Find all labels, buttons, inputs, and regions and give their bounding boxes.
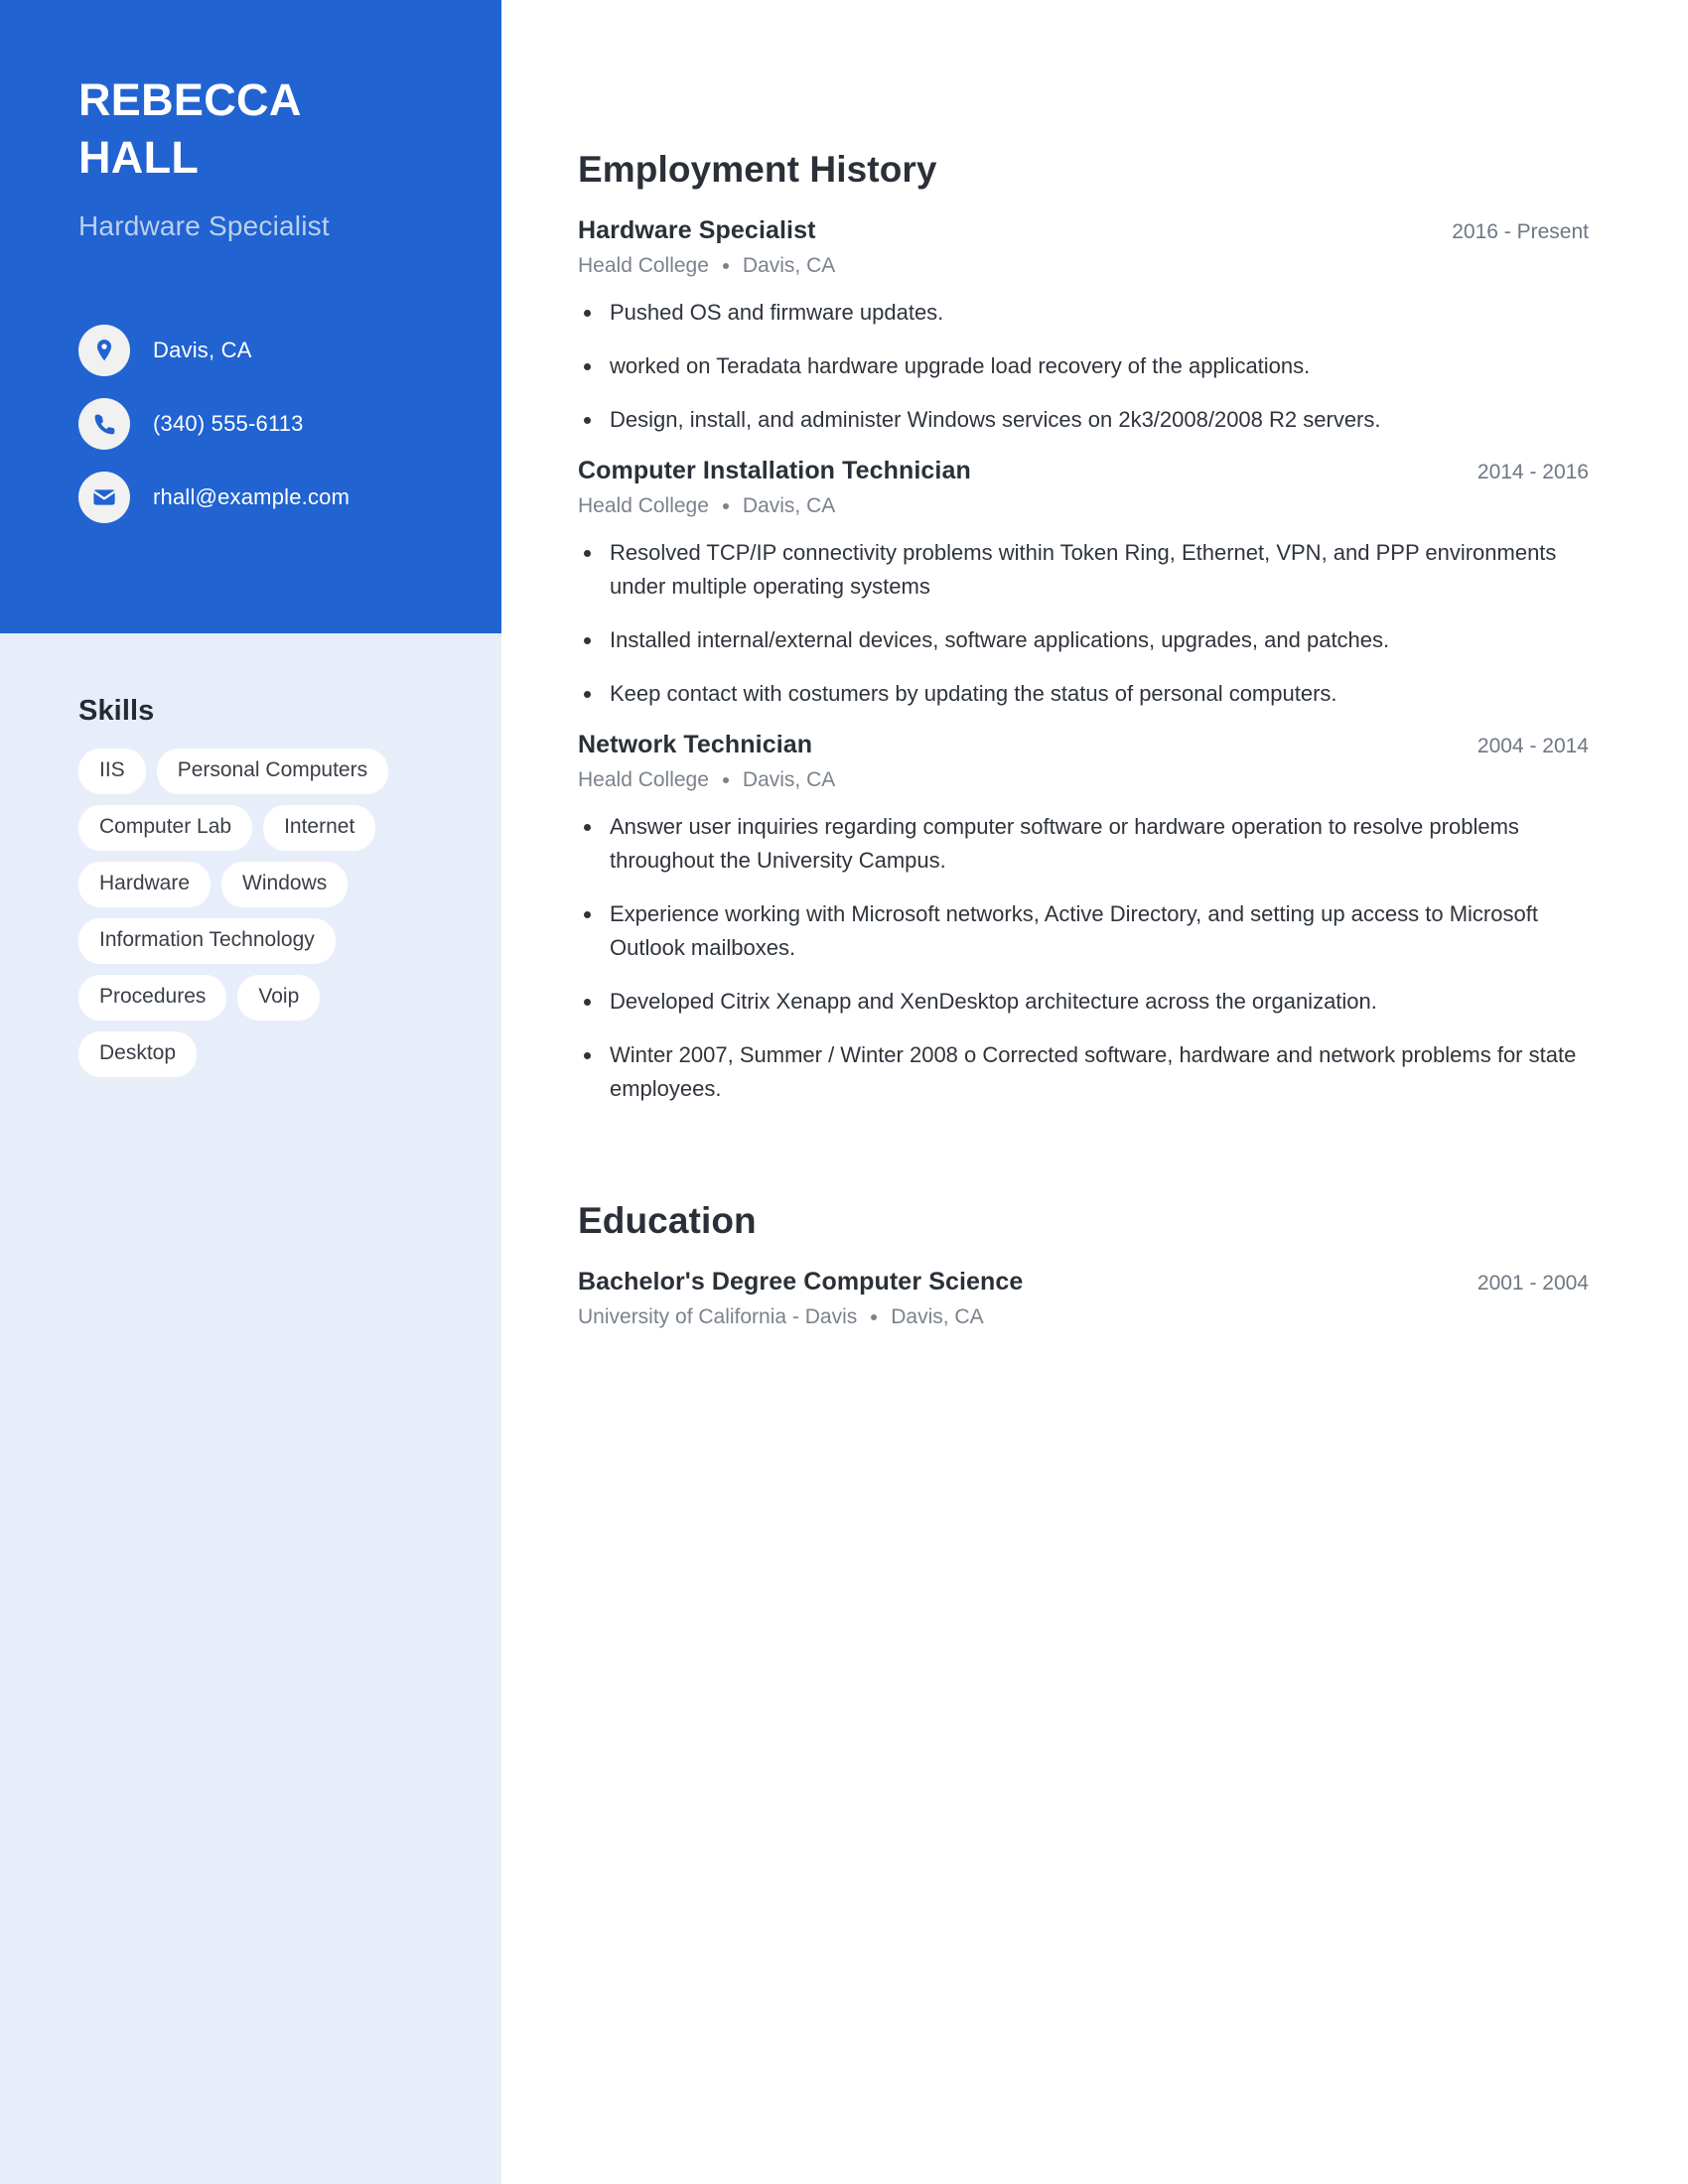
- skill-tag: Procedures: [78, 975, 227, 1021]
- employment-entry-header: Hardware Specialist 2016 - Present: [578, 216, 1589, 245]
- employment-entry-title: Network Technician: [578, 731, 813, 758]
- education-entry-title: Bachelor's Degree Computer Science: [578, 1268, 1024, 1296]
- candidate-name: REBECCA HALL: [78, 71, 476, 187]
- employment-entry-date: 2014 - 2016: [1477, 461, 1589, 483]
- skill-tag: Voip: [237, 975, 321, 1021]
- main-content: Employment History Hardware Specialist 2…: [501, 0, 1688, 2184]
- skill-tag: Personal Computers: [156, 749, 389, 794]
- contact-phone-text: (340) 555-6113: [153, 411, 304, 436]
- education-entry-location: Davis, CA: [891, 1305, 984, 1328]
- employment-entry-date: 2004 - 2014: [1477, 735, 1589, 757]
- employment-entry-date: 2016 - Present: [1452, 220, 1589, 243]
- separator-dot-icon: [722, 503, 729, 509]
- skill-tag: Information Technology: [78, 918, 336, 964]
- employment-entry-header: Computer Installation Technician 2014 - …: [578, 457, 1589, 485]
- employment-entry-location: Davis, CA: [742, 768, 836, 791]
- skill-tag: Computer Lab: [78, 805, 253, 851]
- skill-tag: Windows: [221, 862, 349, 907]
- location-pin-icon: [78, 325, 130, 376]
- bullet-item: Answer user inquiries regarding computer…: [578, 810, 1589, 878]
- candidate-first-name: REBECCA: [78, 74, 302, 125]
- employment-entry-title: Hardware Specialist: [578, 216, 816, 244]
- bullet-item: Developed Citrix Xenapp and XenDesktop a…: [578, 985, 1589, 1019]
- employment-history-heading: Employment History: [578, 149, 937, 190]
- employment-entry-subtitle: Heald College Davis, CA: [578, 768, 1589, 792]
- contact-email-text: rhall@example.com: [153, 484, 351, 509]
- bullet-item: Pushed OS and firmware updates.: [578, 296, 1589, 330]
- contact-location-text: Davis, CA: [153, 338, 252, 362]
- skills-section: Skills IIS Personal Computers Computer L…: [78, 695, 476, 1077]
- education-heading: Education: [578, 1200, 757, 1241]
- education-entry-subtitle: University of California - Davis Davis, …: [578, 1305, 1589, 1329]
- envelope-icon: [78, 472, 130, 523]
- bullet-item: Winter 2007, Summer / Winter 2008 o Corr…: [578, 1038, 1589, 1106]
- education-entry-header: Bachelor's Degree Computer Science 2001 …: [578, 1268, 1589, 1297]
- skill-tag: Hardware: [78, 862, 211, 907]
- skills-heading: Skills: [78, 695, 155, 727]
- employment-entry-bullets: Pushed OS and firmware updates. worked o…: [578, 296, 1589, 437]
- separator-dot-icon: [871, 1314, 878, 1320]
- contact-list: Davis, CA (340) 555-6113 rhall@example.c…: [78, 314, 476, 534]
- skill-tag: Internet: [263, 805, 376, 851]
- employment-entry-location: Davis, CA: [742, 254, 836, 277]
- candidate-last-name: HALL: [78, 132, 200, 183]
- skill-tag: IIS: [78, 749, 146, 794]
- resume-page: REBECCA HALL Hardware Specialist Davis, …: [0, 0, 1688, 2184]
- employment-entry-subtitle: Heald College Davis, CA: [578, 254, 1589, 278]
- employment-entry-title: Computer Installation Technician: [578, 457, 971, 484]
- separator-dot-icon: [722, 777, 729, 783]
- skill-tag: Desktop: [78, 1031, 198, 1077]
- employment-entry-company: Heald College: [578, 768, 709, 791]
- bullet-item: Design, install, and administer Windows …: [578, 403, 1589, 437]
- employment-entry: Hardware Specialist 2016 - Present Heald…: [578, 216, 1589, 437]
- bullet-item: Resolved TCP/IP connectivity problems wi…: [578, 536, 1589, 604]
- contact-row-phone: (340) 555-6113: [78, 387, 476, 461]
- education-entry-school: University of California - Davis: [578, 1305, 858, 1328]
- skill-tag-list: IIS Personal Computers Computer Lab Inte…: [78, 749, 436, 1077]
- employment-entry-company: Heald College: [578, 254, 709, 277]
- employment-entry-bullets: Resolved TCP/IP connectivity problems wi…: [578, 536, 1589, 711]
- contact-row-email: rhall@example.com: [78, 461, 476, 534]
- sidebar: REBECCA HALL Hardware Specialist Davis, …: [0, 0, 501, 2184]
- bullet-item: Installed internal/external devices, sof…: [578, 623, 1589, 657]
- bullet-item: Keep contact with costumers by updating …: [578, 677, 1589, 711]
- employment-entry: Network Technician 2004 - 2014 Heald Col…: [578, 731, 1589, 1106]
- employment-entry-location: Davis, CA: [742, 494, 836, 517]
- employment-entry-bullets: Answer user inquiries regarding computer…: [578, 810, 1589, 1106]
- separator-dot-icon: [722, 263, 729, 269]
- bullet-item: Experience working with Microsoft networ…: [578, 897, 1589, 965]
- employment-entry: Computer Installation Technician 2014 - …: [578, 457, 1589, 711]
- employment-entry-subtitle: Heald College Davis, CA: [578, 494, 1589, 518]
- candidate-job-title: Hardware Specialist: [78, 210, 330, 241]
- employment-entry-company: Heald College: [578, 494, 709, 517]
- phone-icon: [78, 398, 130, 450]
- contact-row-location: Davis, CA: [78, 314, 476, 387]
- education-entry-date: 2001 - 2004: [1477, 1272, 1589, 1295]
- education-entry: Bachelor's Degree Computer Science 2001 …: [578, 1268, 1589, 1329]
- employment-entry-header: Network Technician 2004 - 2014: [578, 731, 1589, 759]
- bullet-item: worked on Teradata hardware upgrade load…: [578, 349, 1589, 383]
